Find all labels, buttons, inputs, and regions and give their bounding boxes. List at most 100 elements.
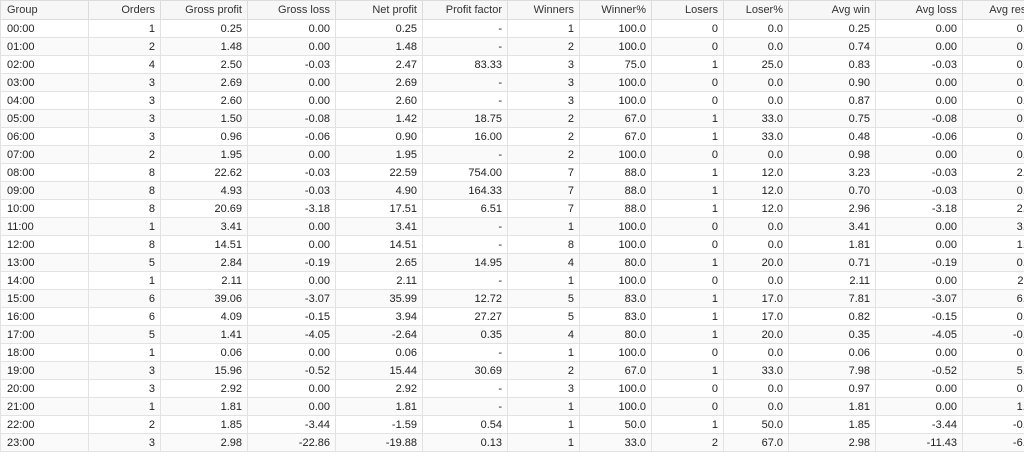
table-cell: 1.50 — [160, 109, 248, 128]
table-cell: 1 — [651, 325, 724, 344]
table-cell: 0.30 — [962, 127, 1024, 146]
table-row[interactable]: 06:00 3 0.96 -0.06 0.90 16.00 2 67.0 1 33.0 0.48 -0… — [0, 127, 1024, 146]
table-cell: 2 — [507, 127, 580, 146]
table-cell: 1.95 — [160, 145, 248, 164]
table-cell: -22.86 — [247, 433, 336, 452]
table-cell: 1 — [507, 271, 580, 290]
table-cell: 8 — [88, 163, 161, 182]
column-header[interactable]: Winner% — [579, 0, 652, 20]
table-row[interactable]: 03:0032.690.002.69-3100.000.00.900.000.9… — [0, 73, 1024, 92]
table-cell: 13:00 — [0, 253, 89, 272]
table-cell: 0.25 — [788, 19, 876, 38]
table-cell: 0.98 — [962, 145, 1024, 164]
table-cell: -3.44 — [247, 415, 336, 434]
table-cell: 09:00 — [0, 181, 89, 200]
table-cell: 0.00 — [875, 19, 963, 38]
table-cell: 2.60 — [335, 91, 423, 110]
table-cell: 1 — [651, 361, 724, 380]
column-header[interactable]: Winners — [507, 0, 580, 20]
table-cell: 15:00 — [0, 289, 89, 308]
table-cell: 3 — [88, 91, 161, 110]
column-header[interactable]: Losers — [651, 0, 724, 20]
column-header[interactable]: Loser% — [723, 0, 789, 20]
table-row[interactable]: 22:00 2 1.85 -3.44 -1.59 0.54 1 50.0 1 50.0 1.85 -3… — [0, 415, 1024, 434]
table-cell: 0.90 — [788, 73, 876, 92]
table-cell: 17.0 — [723, 307, 789, 326]
table-cell: 0.25 — [962, 19, 1024, 38]
table-cell: 0.0 — [723, 271, 789, 290]
table-row[interactable]: 08:00 8 22.62 -0.03 22.59 754.00 7 88.0 1 12.0 3.2… — [0, 163, 1024, 182]
table-row[interactable]: 17:00 5 1.41 -4.05 -2.64 0.35 4 80.0 1 20.0 0.35 -4… — [0, 325, 1024, 344]
table-cell: 1 — [651, 55, 724, 74]
table-cell: 22.62 — [160, 163, 248, 182]
table-cell: 17.0 — [723, 289, 789, 308]
table-row[interactable]: 05:00 3 1.50 -0.08 1.42 18.75 2 67.0 1 33.0 0.75 -0… — [0, 109, 1024, 128]
table-cell: 100.0 — [579, 379, 652, 398]
table-cell: 0 — [651, 343, 724, 362]
table-cell: -0.15 — [247, 307, 336, 326]
column-header[interactable]: Avg result — [962, 0, 1024, 20]
table-row[interactable]: 11:0013.410.003.41-1100.000.03.410.003.4… — [0, 217, 1024, 236]
table-row[interactable]: 00:0010.250.000.25-1100.000.00.250.000.2… — [0, 19, 1024, 38]
table-cell: 0.75 — [788, 109, 876, 128]
table-cell: 0.0 — [723, 19, 789, 38]
table-cell: 1 — [651, 289, 724, 308]
table-cell: 0.54 — [422, 415, 508, 434]
table-row[interactable]: 01:0021.480.001.48-2100.000.00.740.000.7… — [0, 37, 1024, 56]
column-header[interactable]: Group — [0, 0, 89, 20]
table-row[interactable]: 04:0032.600.002.60-3100.000.00.870.000.8… — [0, 91, 1024, 110]
table-cell: - — [422, 379, 508, 398]
column-header[interactable]: Avg win — [788, 0, 876, 20]
table-row[interactable]: 14:0012.110.002.11-1100.000.02.110.002.1… — [0, 271, 1024, 290]
table-row[interactable]: 20:0032.920.002.92-3100.000.00.970.000.9… — [0, 379, 1024, 398]
table-cell: 0.82 — [788, 307, 876, 326]
table-row[interactable]: 07:0021.950.001.95-2100.000.00.980.000.9… — [0, 145, 1024, 164]
table-row[interactable]: 02:00 4 2.50 -0.03 2.47 83.33 3 75.0 1 25.0 0.83 -0… — [0, 55, 1024, 74]
table-cell: -0.19 — [875, 253, 963, 272]
table-row[interactable]: 23:00 3 2.98 -22.86 -19.88 0.13 1 33.0 2 67.0 2.98… — [0, 433, 1024, 452]
column-header[interactable]: Orders — [88, 0, 161, 20]
table-cell: 06:00 — [0, 127, 89, 146]
table-cell: 100.0 — [579, 91, 652, 110]
table-cell: 33.0 — [723, 127, 789, 146]
table-row[interactable]: 21:0011.810.001.81-1100.000.01.810.001.8… — [0, 397, 1024, 416]
table-cell: 20.0 — [723, 325, 789, 344]
table-row[interactable]: 10:00 8 20.69 -3.18 17.51 6.51 7 88.0 1 12.0 2.96-… — [0, 199, 1024, 218]
column-header[interactable]: Avg loss — [875, 0, 963, 20]
column-header[interactable]: Gross loss — [247, 0, 336, 20]
table-cell: 1 — [651, 181, 724, 200]
table-cell: 83.0 — [579, 289, 652, 308]
table-cell: 4 — [88, 55, 161, 74]
table-cell: 0.96 — [160, 127, 248, 146]
table-row[interactable]: 12:00 8 14.51 0.00 14.51-8 100.0 0 0.0 1.81 0.00 1… — [0, 235, 1024, 254]
table-cell: 2 — [88, 145, 161, 164]
table-cell: -0.08 — [247, 109, 336, 128]
table-cell: 01:00 — [0, 37, 89, 56]
table-cell: 0.00 — [875, 235, 963, 254]
column-header[interactable]: Net profit — [335, 0, 423, 20]
table-cell: 23:00 — [0, 433, 89, 452]
table-cell: 1.81 — [335, 397, 423, 416]
table-row[interactable]: 18:0010.060.000.06-1100.000.00.060.000.0… — [0, 343, 1024, 362]
table-row[interactable]: 09:00 8 4.93 -0.03 4.90 164.33 7 88.0 1 12.0 0.70-… — [0, 181, 1024, 200]
table-cell: 2.50 — [160, 55, 248, 74]
table-cell: 3.23 — [788, 163, 876, 182]
table-row[interactable]: 16:00 6 4.09 -0.15 3.94 27.27 5 83.0 1 17.0 0.82 -0… — [0, 307, 1024, 326]
table-cell: 1 — [651, 163, 724, 182]
table-row[interactable]: 19:00 3 15.96 -0.52 15.44 30.69 2 67.0 1 33.0 7.98… — [0, 361, 1024, 380]
table-cell: 2 — [507, 361, 580, 380]
table-cell: 3.41 — [788, 217, 876, 236]
table-cell: 0.06 — [788, 343, 876, 362]
table-cell: 3 — [507, 91, 580, 110]
table-cell: 5 — [507, 307, 580, 326]
table-cell: 11:00 — [0, 217, 89, 236]
table-cell: 1.85 — [160, 415, 248, 434]
table-cell: 0.00 — [247, 379, 336, 398]
table-row[interactable]: 13:00 5 2.84 -0.19 2.65 14.95 4 80.0 1 20.0 0.71 -0… — [0, 253, 1024, 272]
table-cell: 7 — [507, 181, 580, 200]
column-header[interactable]: Profit factor — [422, 0, 508, 20]
table-cell: 2.47 — [335, 55, 423, 74]
table-row[interactable]: 15:00 6 39.06 -3.07 35.99 12.72 5 83.0 1 17.0 7.81… — [0, 289, 1024, 308]
table-cell: 0.87 — [962, 91, 1024, 110]
column-header[interactable]: Gross profit — [160, 0, 248, 20]
